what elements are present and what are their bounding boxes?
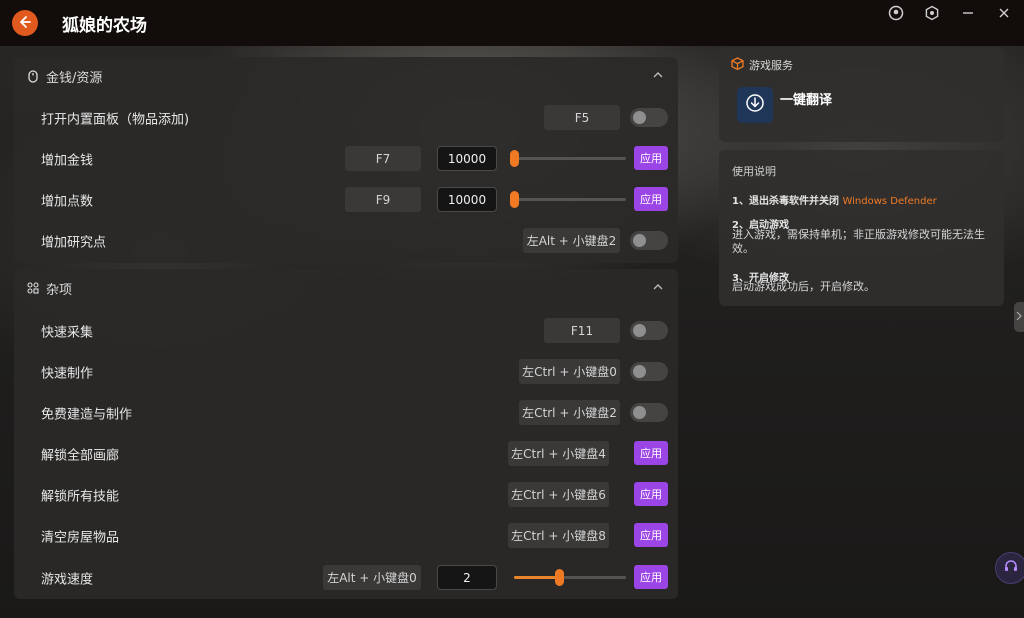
hotkey-button[interactable]: F9 (345, 187, 421, 212)
row-clear-house: 清空房屋物品 左Ctrl + 小键盘8 应用 (14, 515, 678, 556)
row-label: 解锁全部画廊 (41, 448, 120, 463)
money-resources-panel: 金钱/资源 打开内置面板（物品添加) F5 增加金钱 F7 10000 应用 增… (14, 57, 678, 263)
side-expand-tab[interactable] (1014, 302, 1024, 332)
speed-slider[interactable] (514, 569, 626, 586)
instructions-card: 使用说明 1、退出杀毒软件并关闭 Windows Defender 2、启动游戏… (719, 150, 1004, 306)
hotkey-button[interactable]: 左Ctrl + 小键盘2 (519, 400, 620, 425)
step-1-title: 1、退出杀毒软件并关闭 (732, 196, 839, 207)
headset-icon (1003, 558, 1019, 578)
step-2-body: 进入游戏，需保持单机；非正版游戏修改可能无法生效。 (732, 228, 985, 255)
hotkey-button[interactable]: 左Alt + 小键盘2 (523, 228, 620, 253)
row-label: 增加点数 (41, 194, 94, 209)
hotkey-button[interactable]: 左Ctrl + 小键盘4 (508, 441, 609, 466)
amount-input[interactable]: 10000 (437, 146, 497, 171)
section-header[interactable]: 金钱/资源 (14, 57, 678, 95)
back-button[interactable] (12, 10, 38, 36)
section-title: 杂项 (46, 282, 73, 298)
feature-toggle[interactable] (630, 403, 668, 422)
close-icon[interactable] (994, 3, 1014, 23)
row-label: 游戏速度 (41, 572, 94, 587)
row-label: 快速采集 (41, 325, 94, 340)
slider-handle[interactable] (554, 569, 564, 586)
row-label: 解锁所有技能 (41, 489, 120, 504)
settings-hex-icon[interactable] (922, 3, 942, 23)
misc-panel: 杂项 快速采集 F11 快速制作 左Ctrl + 小键盘0 免费建造与制作 左C… (14, 269, 678, 599)
apply-button[interactable]: 应用 (634, 482, 668, 506)
grid-icon (26, 281, 40, 295)
hotkey-button[interactable]: F5 (544, 105, 620, 130)
slider-handle[interactable] (510, 150, 519, 167)
row-fast-gather: 快速采集 F11 (14, 310, 678, 351)
row-unlock-skills: 解锁所有技能 左Ctrl + 小键盘6 应用 (14, 474, 678, 515)
hotkey-button[interactable]: 左Ctrl + 小键盘0 (519, 359, 620, 384)
step-1: 1、退出杀毒软件并关闭 Windows Defender (732, 192, 937, 207)
translate-label[interactable]: 一键翻译 (780, 89, 832, 108)
hotkey-button[interactable]: F11 (544, 318, 620, 343)
row-add-points: 增加点数 F9 10000 应用 (14, 179, 678, 220)
section-title: 金钱/资源 (46, 70, 103, 86)
minimize-icon[interactable] (958, 3, 978, 23)
step-3-body: 启动游戏成功后，开启修改。 (732, 280, 875, 293)
row-fast-craft: 快速制作 左Ctrl + 小键盘0 (14, 351, 678, 392)
translate-button[interactable] (737, 87, 773, 123)
apply-button[interactable]: 应用 (634, 565, 668, 589)
support-button[interactable] (995, 552, 1024, 584)
chevron-right-icon (1016, 311, 1022, 324)
mouse-icon (26, 69, 40, 83)
feature-toggle[interactable] (630, 231, 668, 250)
chevron-up-icon[interactable] (652, 281, 666, 295)
back-arrow-icon (18, 14, 32, 33)
apply-button[interactable]: 应用 (634, 146, 668, 170)
amount-slider[interactable] (510, 191, 626, 208)
game-service-card: 游戏服务 一键翻译 (719, 47, 1004, 142)
feature-toggle[interactable] (630, 362, 668, 381)
profile-circle-icon[interactable] (886, 3, 906, 23)
row-add-money: 增加金钱 F7 10000 应用 (14, 138, 678, 179)
speed-input[interactable]: 2 (437, 565, 497, 590)
amount-input[interactable]: 10000 (437, 187, 497, 212)
slider-handle[interactable] (510, 191, 519, 208)
hotkey-button[interactable]: 左Ctrl + 小键盘8 (508, 523, 609, 548)
hotkey-button[interactable]: 左Ctrl + 小键盘6 (508, 482, 609, 507)
apply-button[interactable]: 应用 (634, 523, 668, 547)
row-label: 增加研究点 (41, 235, 107, 250)
row-game-speed: 游戏速度 左Alt + 小键盘0 2 应用 (14, 557, 678, 598)
row-open-panel: 打开内置面板（物品添加) F5 (14, 97, 678, 138)
row-label: 增加金钱 (41, 153, 94, 168)
instructions-title: 使用说明 (732, 165, 776, 178)
title-bar: 狐娘的农场 (0, 0, 1024, 46)
chevron-up-icon[interactable] (652, 69, 666, 83)
amount-slider[interactable] (510, 150, 626, 167)
feature-toggle[interactable] (630, 321, 668, 340)
row-label: 清空房屋物品 (41, 530, 120, 545)
download-circle-icon (745, 93, 765, 117)
row-label: 免费建造与制作 (41, 407, 133, 422)
row-free-build: 免费建造与制作 左Ctrl + 小键盘2 (14, 392, 678, 433)
row-unlock-gallery: 解锁全部画廊 左Ctrl + 小键盘4 应用 (14, 433, 678, 474)
apply-button[interactable]: 应用 (634, 441, 668, 465)
apply-button[interactable]: 应用 (634, 187, 668, 211)
package-icon (731, 57, 744, 73)
window-controls (886, 0, 1014, 26)
service-header: 游戏服务 (731, 57, 793, 73)
app-title: 狐娘的农场 (62, 15, 147, 36)
hotkey-button[interactable]: 左Alt + 小键盘0 (323, 565, 421, 590)
hotkey-button[interactable]: F7 (345, 146, 421, 171)
section-header[interactable]: 杂项 (14, 269, 678, 307)
row-label: 快速制作 (41, 366, 94, 381)
row-label: 打开内置面板（物品添加) (41, 112, 190, 127)
step-1-highlight: Windows Defender (842, 196, 937, 207)
service-title: 游戏服务 (749, 59, 793, 72)
feature-toggle[interactable] (630, 108, 668, 127)
row-add-research: 增加研究点 左Alt + 小键盘2 (14, 220, 678, 261)
